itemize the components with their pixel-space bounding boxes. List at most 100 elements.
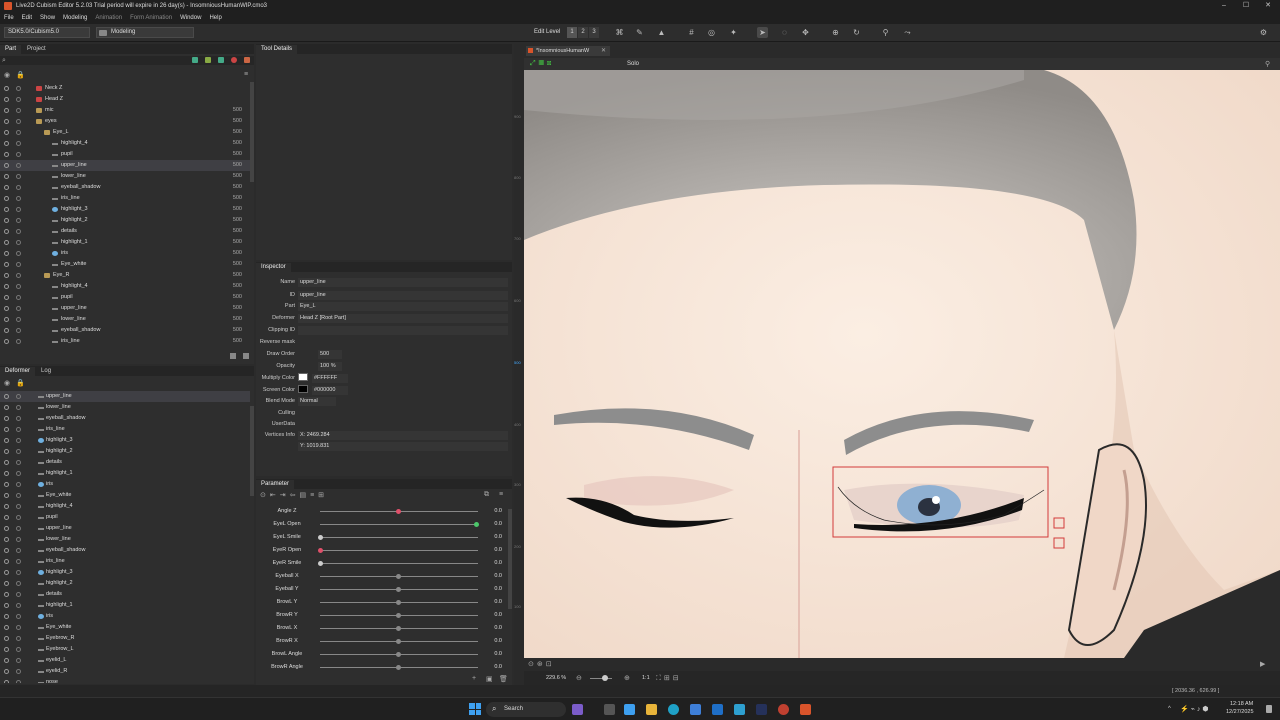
sync-icon[interactable] [218, 57, 224, 63]
pen-icon[interactable] [244, 57, 250, 63]
lock-icon[interactable] [16, 317, 21, 322]
maximize-button[interactable]: ☐ [1240, 2, 1252, 10]
part-new-folder-icon[interactable] [230, 353, 236, 359]
deformer-lock-icon[interactable]: 🔒 [16, 379, 25, 387]
visibility-eye-icon[interactable] [4, 174, 9, 179]
lock-icon[interactable] [16, 97, 21, 102]
document-close-icon[interactable]: ✕ [601, 47, 606, 54]
menu-edit[interactable]: Edit [22, 15, 32, 21]
lock-icon[interactable] [16, 559, 21, 564]
deformer-tree-row[interactable]: eyeball_shadow [0, 545, 250, 556]
deformer-tree-row[interactable]: Eye_white [0, 490, 250, 501]
lock-icon[interactable] [16, 108, 21, 113]
glue-icon[interactable]: ◎ [706, 27, 717, 38]
inspector-value[interactable] [298, 326, 508, 335]
auto-mesh-icon[interactable]: ▲ [656, 27, 667, 38]
deformer-tree-row[interactable]: highlight_3 [0, 567, 250, 578]
zoom-out-icon[interactable]: ⊖ [576, 674, 582, 682]
visibility-eye-icon[interactable] [4, 328, 9, 333]
warp-icon[interactable]: ⊕ [830, 27, 841, 38]
file-explorer-icon[interactable] [646, 704, 657, 715]
part-filter-bar[interactable] [0, 56, 254, 65]
menu-show[interactable]: Show [40, 15, 55, 21]
parameter-value[interactable]: 0.0 [494, 638, 502, 644]
lock-icon[interactable] [16, 240, 21, 245]
parameter-slider-knob[interactable] [396, 613, 401, 618]
lock-icon[interactable] [16, 603, 21, 608]
visibility-eye-icon[interactable] [4, 493, 9, 498]
visibility-eye-icon[interactable] [4, 614, 9, 619]
visibility-eye-icon[interactable] [4, 317, 9, 322]
visibility-eye-icon[interactable] [4, 471, 9, 476]
parameter-slider-knob[interactable] [396, 574, 401, 579]
deformer-tree-row[interactable]: pupil [0, 512, 250, 523]
visibility-eye-icon[interactable] [4, 559, 9, 564]
parameter-value[interactable]: 0.0 [494, 521, 502, 527]
tray-chevron-icon[interactable]: ^ [1168, 706, 1171, 712]
part-tree-row[interactable]: lower_line 500 [0, 314, 250, 325]
lock-icon[interactable] [16, 273, 21, 278]
visibility-eye-icon[interactable] [4, 108, 9, 113]
visibility-eye-icon[interactable] [4, 592, 9, 597]
inspector-value[interactable]: upper_line [298, 291, 508, 300]
lock-icon[interactable] [16, 570, 21, 575]
ratio-button[interactable]: 1:1 [642, 675, 650, 681]
visibility-eye-icon[interactable] [4, 229, 9, 234]
part-tree-row[interactable]: eyeball_shadow 500 [0, 182, 250, 193]
visibility-eye-icon[interactable] [4, 658, 9, 663]
lock-icon[interactable] [16, 482, 21, 487]
part-tree-row[interactable]: highlight_4 500 [0, 138, 250, 149]
notification-icon[interactable] [1266, 705, 1272, 713]
lock-icon[interactable] [16, 130, 21, 135]
parameter-row[interactable]: BrowR Angle 0.0 [256, 661, 506, 674]
lock-icon[interactable] [16, 416, 21, 421]
deformer-tree-row[interactable]: iris [0, 611, 250, 622]
lock-icon[interactable] [16, 207, 21, 212]
visibility-eye-icon[interactable] [4, 515, 9, 520]
parameter-slider-knob[interactable] [396, 665, 401, 670]
tab-project[interactable]: Project [22, 45, 51, 54]
deformer-tree-row[interactable]: eyelid_R [0, 666, 250, 677]
lock-icon[interactable] [16, 625, 21, 630]
parameter-row[interactable]: BrowL Angle 0.0 [256, 648, 506, 661]
lock-icon[interactable] [16, 427, 21, 432]
part-tree-row[interactable]: Neck Z [0, 83, 250, 94]
lock-icon[interactable] [16, 614, 21, 619]
parameter-value[interactable]: 0.0 [494, 508, 502, 514]
visibility-eye-icon[interactable] [4, 97, 9, 102]
lock-icon[interactable] [16, 493, 21, 498]
chrome-icon[interactable] [778, 704, 789, 715]
parameter-slider-knob[interactable] [396, 600, 401, 605]
inspector-value[interactable]: #000000 [312, 386, 348, 395]
visibility-eye-icon[interactable] [4, 339, 9, 344]
record-icon[interactable] [231, 57, 237, 63]
visibility-eye-icon[interactable] [4, 251, 9, 256]
visibility-eye-icon[interactable] [4, 163, 9, 168]
part-tree-row[interactable]: iris_line 500 [0, 336, 250, 345]
deformer-tree-row[interactable]: lower_line [0, 534, 250, 545]
parameter-slider-knob[interactable] [318, 535, 323, 540]
deformer-tree-row[interactable]: highlight_2 [0, 446, 250, 457]
visibility-eye-icon[interactable] [4, 405, 9, 410]
deformer-scrollbar[interactable] [250, 406, 254, 496]
deformer-tree-row[interactable]: lower_line [0, 402, 250, 413]
parameter-slider-track[interactable] [320, 563, 478, 564]
start-icon[interactable] [469, 703, 481, 715]
part-tree-row[interactable]: mic 500 [0, 105, 250, 116]
lock-icon[interactable] [16, 152, 21, 157]
lock-icon[interactable] [16, 504, 21, 509]
lock-icon[interactable] [16, 636, 21, 641]
lock-icon[interactable] [16, 284, 21, 289]
part-tree-row[interactable]: eyes 500 [0, 116, 250, 127]
part-tree-row[interactable]: highlight_3 500 [0, 204, 250, 215]
tab-part[interactable]: Part [0, 45, 22, 54]
clock-time[interactable]: 12:18 AM [1230, 701, 1253, 707]
part-scrollbar[interactable] [250, 82, 254, 182]
lock-header-icon[interactable]: 🔒 [16, 71, 25, 79]
deformer-tree-row[interactable]: upper_line [0, 391, 250, 402]
edit-level-1-button[interactable]: 1 [567, 27, 577, 38]
rotation-icon[interactable]: ↻ [851, 27, 862, 38]
fit-icons[interactable]: ⛶⊞⊟ [656, 674, 682, 683]
solo-toggle[interactable]: Solo [627, 61, 639, 67]
visibility-eye-icon[interactable] [4, 86, 9, 91]
